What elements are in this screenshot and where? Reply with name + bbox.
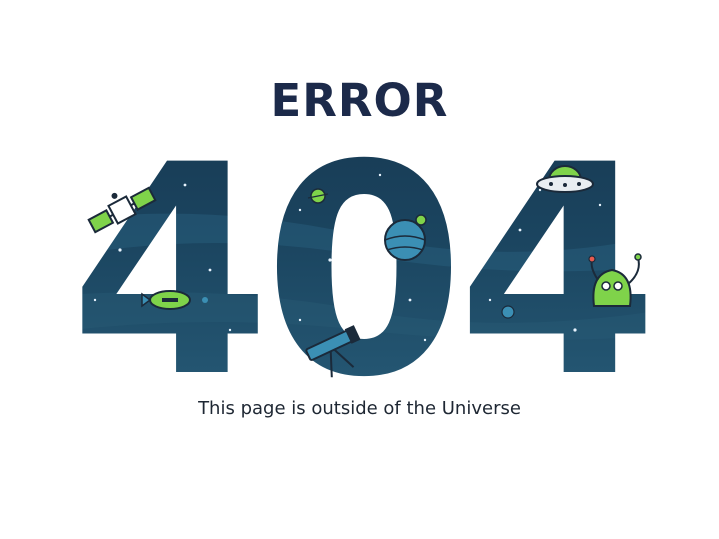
error-message: This page is outside of the Universe: [198, 398, 521, 419]
planet-icon: [501, 305, 515, 319]
error-404-illustration: 404: [69, 104, 651, 441]
